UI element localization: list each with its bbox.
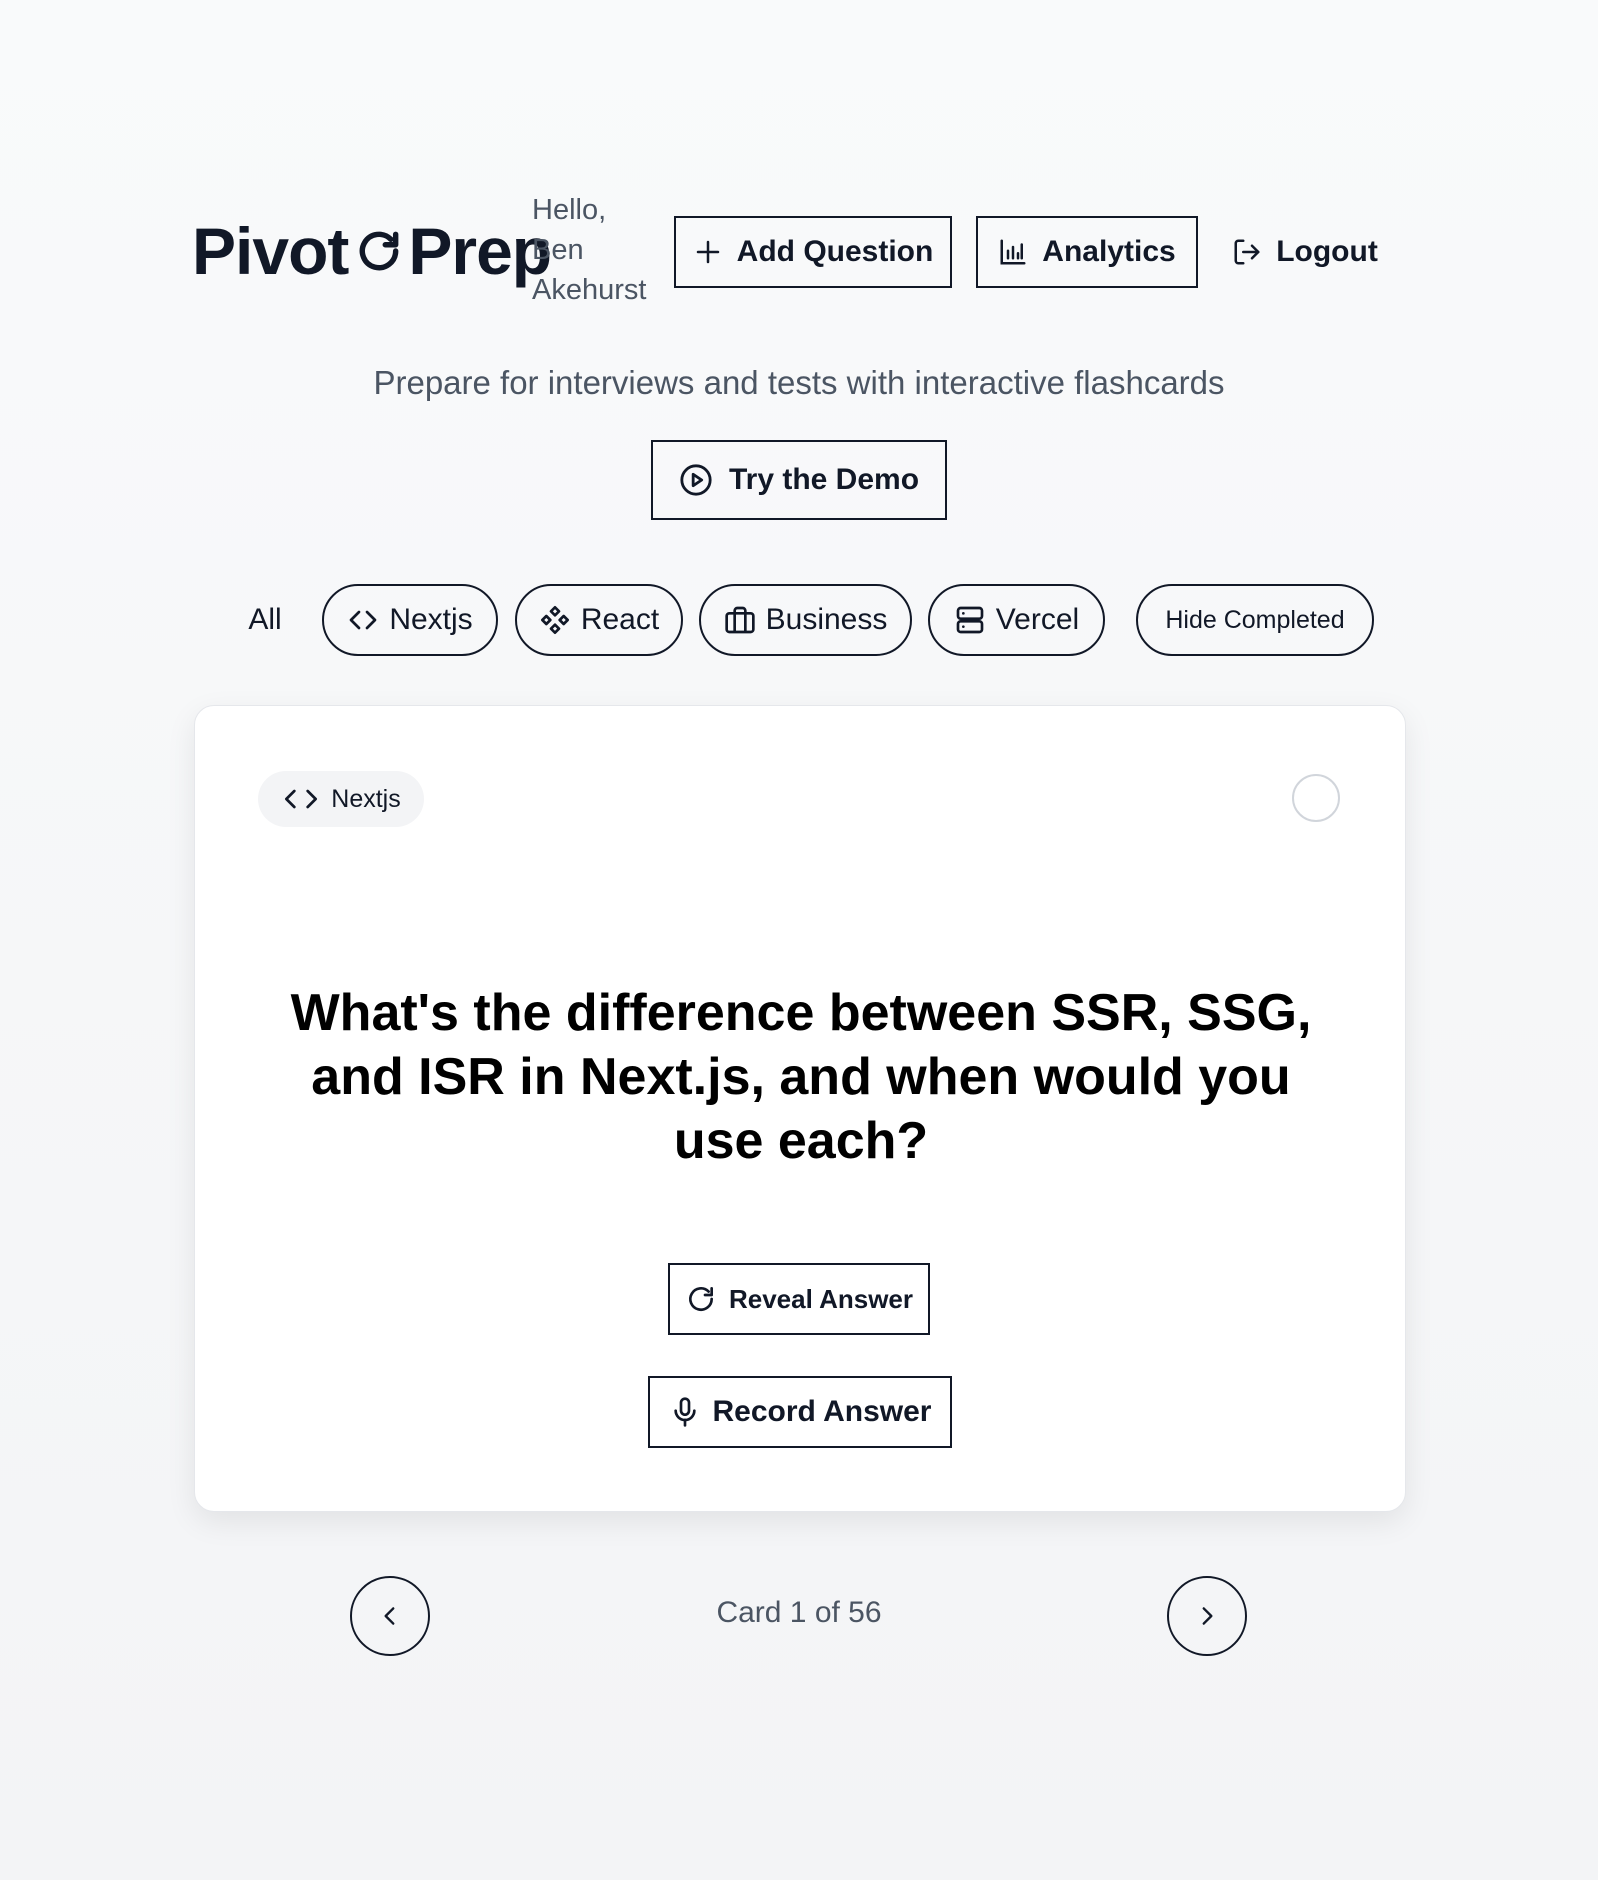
filter-business-label: Business (765, 603, 888, 636)
filter-nextjs[interactable]: Nextjs (322, 584, 498, 656)
logout-button[interactable]: Logout (1222, 216, 1388, 288)
try-demo-label: Try the Demo (728, 463, 920, 496)
hide-completed-toggle[interactable]: Hide Completed (1136, 584, 1374, 656)
refresh-icon (689, 1287, 713, 1311)
add-question-button[interactable]: Add Question (674, 216, 952, 288)
tagline: Prepare for interviews and tests with in… (373, 364, 1225, 401)
filter-vercel-label: Vercel (995, 603, 1080, 636)
filter-nextjs-label: Nextjs (389, 603, 473, 636)
header: Pivot Prep Hello, Ben Akehurst Add Quest… (192, 190, 1408, 315)
logout-icon (1234, 239, 1260, 265)
mark-complete-checkbox[interactable] (1292, 774, 1340, 822)
logo-text-left: Pivot (192, 214, 349, 288)
next-card-button[interactable] (1167, 1576, 1247, 1656)
chevron-right-icon (1202, 1607, 1213, 1625)
refresh-icon (354, 226, 404, 276)
microphone-icon (673, 1397, 696, 1427)
component-icon (540, 606, 569, 634)
filter-react-label: React (580, 603, 660, 636)
analytics-label: Analytics (1042, 235, 1176, 268)
record-answer-label: Record Answer (712, 1395, 932, 1428)
briefcase-icon (724, 606, 755, 634)
filter-vercel[interactable]: Vercel (928, 584, 1105, 656)
category-filters: All Nextjs React Business Vercel Hide Co… (0, 584, 1598, 656)
user-greeting: Hello, Ben Akehurst (532, 194, 647, 306)
card-counter: Card 1 of 56 (716, 1596, 882, 1629)
analytics-button[interactable]: Analytics (976, 216, 1198, 288)
play-circle-icon (680, 464, 712, 496)
category-tag-label: Nextjs (331, 784, 401, 813)
hide-completed-label: Hide Completed (1165, 605, 1345, 634)
category-tag: Nextjs (258, 771, 424, 827)
logo-text-right: Prep (408, 214, 552, 288)
add-question-label: Add Question (736, 235, 934, 268)
reveal-answer-button[interactable]: Reveal Answer (668, 1263, 930, 1335)
try-demo-button[interactable]: Try the Demo (651, 440, 947, 520)
plus-icon (696, 240, 719, 264)
filter-business[interactable]: Business (699, 584, 912, 656)
record-answer-button[interactable]: Record Answer (648, 1376, 952, 1448)
logout-label: Logout (1276, 235, 1378, 268)
logo[interactable]: Pivot Prep (192, 214, 552, 288)
filter-react[interactable]: React (515, 584, 683, 656)
server-icon (956, 606, 984, 634)
reveal-answer-label: Reveal Answer (728, 1283, 914, 1314)
flashcard[interactable]: Nextjs What's the difference between SSR… (194, 705, 1406, 1512)
code-icon (285, 789, 318, 809)
filter-all[interactable]: All (230, 584, 300, 656)
code-icon (349, 610, 377, 630)
question-text: What's the difference between SSR, SSG, … (290, 984, 1312, 1170)
filter-all-label: All (248, 603, 282, 636)
bar-chart-icon (1000, 239, 1026, 265)
